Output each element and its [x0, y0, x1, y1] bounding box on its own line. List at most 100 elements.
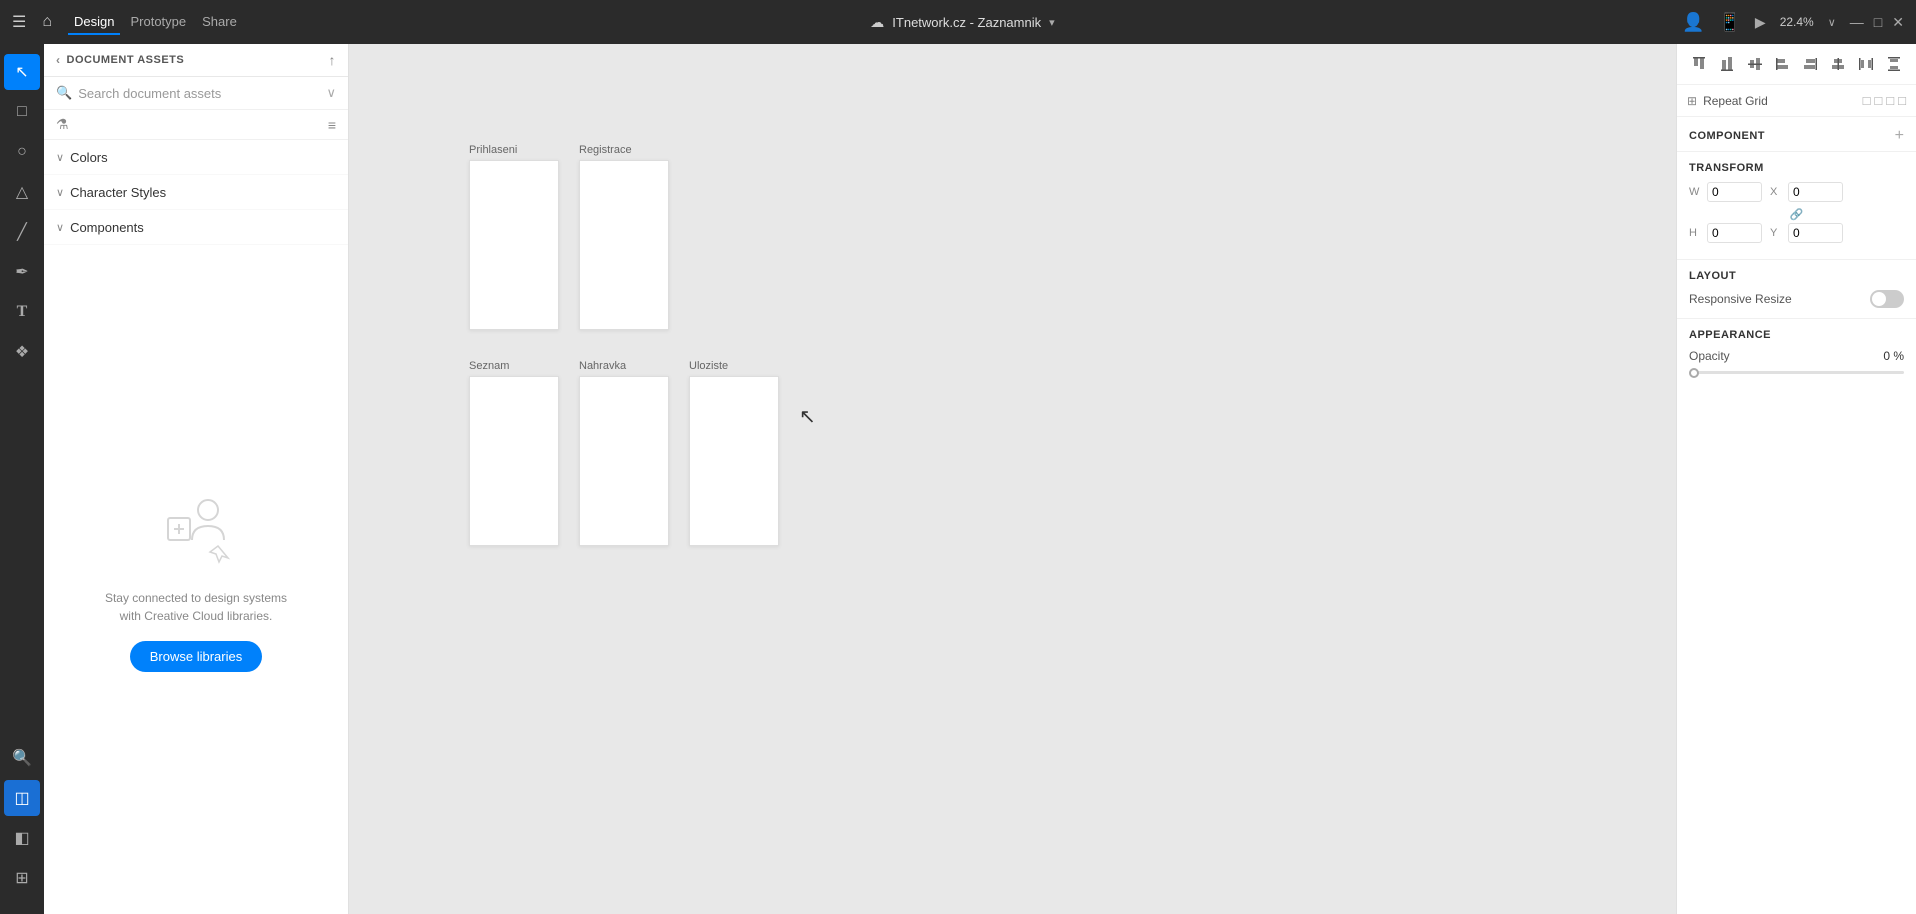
artboard-prihlaseni[interactable]: Prihlaseni — [469, 144, 559, 330]
device-icon[interactable]: 📱 — [1719, 12, 1741, 33]
responsive-resize-toggle[interactable] — [1870, 290, 1904, 308]
artboard-uloziste-frame[interactable] — [689, 376, 779, 546]
search-bar: 🔍 Search document assets ∨ — [44, 77, 348, 110]
rg-action-2[interactable]: □ — [1874, 93, 1882, 108]
canvas-area[interactable]: Prihlaseni Registrace Seznam Nahravka — [349, 44, 1676, 914]
top-bar: ☰ ⌂ Design Prototype Share ☁ ITnetwork.c… — [0, 0, 1916, 44]
tool-layers[interactable]: ◧ — [4, 820, 40, 856]
play-icon[interactable]: ▶ — [1755, 14, 1766, 31]
align-middle-icon[interactable] — [1743, 52, 1767, 76]
tool-search[interactable]: 🔍 — [4, 740, 40, 776]
transform-w-input[interactable] — [1707, 182, 1762, 202]
repeat-grid-actions: □ □ □ □ — [1863, 93, 1906, 108]
distribute-h-icon[interactable] — [1854, 52, 1878, 76]
tool-rectangle[interactable]: □ — [4, 94, 40, 130]
nav-tabs: Design Prototype Share — [68, 10, 243, 35]
rg-action-3[interactable]: □ — [1886, 93, 1894, 108]
artboard-uloziste[interactable]: Uloziste — [689, 360, 779, 546]
transform-link-icon: 🔗 — [1689, 208, 1904, 221]
window-controls: — □ ✕ — [1850, 14, 1904, 31]
tab-design[interactable]: Design — [68, 10, 120, 35]
filter-icon[interactable]: ⚗ — [56, 116, 328, 133]
component-title: COMPONENT — [1689, 130, 1895, 142]
character-styles-chevron-icon: ∨ — [56, 186, 64, 199]
empty-state-graphic — [156, 488, 236, 573]
align-right-icon[interactable] — [1799, 52, 1823, 76]
profile-icon[interactable]: 👤 — [1682, 12, 1704, 33]
hamburger-icon[interactable]: ☰ — [12, 12, 26, 32]
panel-upload-icon[interactable]: ↑ — [329, 52, 337, 68]
browse-libraries-button[interactable]: Browse libraries — [130, 641, 262, 672]
transform-h-row: H Y — [1689, 223, 1904, 243]
zoom-chevron-icon[interactable]: ∨ — [1828, 16, 1836, 29]
repeat-grid-label: Repeat Grid — [1703, 94, 1857, 108]
artboard-prihlaseni-label: Prihlaseni — [469, 144, 517, 156]
section-colors[interactable]: ∨ Colors + — [44, 140, 348, 175]
align-bottom-icon[interactable] — [1715, 52, 1739, 76]
section-character-styles[interactable]: ∨ Character Styles + — [44, 175, 348, 210]
component-add-icon[interactable]: + — [1895, 127, 1904, 145]
artboard-registrace[interactable]: Registrace — [579, 144, 669, 330]
project-title[interactable]: ITnetwork.cz - Zaznamnik — [892, 15, 1041, 30]
empty-state-text: Stay connected to design systems with Cr… — [96, 589, 296, 625]
artboard-nahravka[interactable]: Nahravka — [579, 360, 669, 546]
rg-action-4[interactable]: □ — [1898, 93, 1906, 108]
tool-assets[interactable]: ◫ — [4, 780, 40, 816]
artboard-prihlaseni-frame[interactable] — [469, 160, 559, 330]
align-left-icon[interactable] — [1771, 52, 1795, 76]
transform-y-input[interactable] — [1788, 223, 1843, 243]
opacity-value: 0 % — [1883, 349, 1904, 363]
section-components[interactable]: ∨ Components + — [44, 210, 348, 245]
project-chevron-icon[interactable]: ▾ — [1049, 16, 1055, 29]
maximize-icon[interactable]: □ — [1874, 14, 1882, 30]
cloud-icon: ☁ — [870, 14, 884, 31]
tab-prototype[interactable]: Prototype — [124, 10, 192, 35]
artboard-registrace-frame[interactable] — [579, 160, 669, 330]
transform-w-label: W — [1689, 186, 1699, 198]
tool-select[interactable]: ↖ — [4, 54, 40, 90]
tab-share[interactable]: Share — [196, 10, 243, 35]
tool-component[interactable]: ❖ — [4, 334, 40, 370]
artboard-row-2: Seznam Nahravka Uloziste — [469, 360, 779, 546]
transform-y-label: Y — [1770, 227, 1780, 239]
tool-triangle[interactable]: △ — [4, 174, 40, 210]
right-panel: ⊞ Repeat Grid □ □ □ □ COMPONENT + TRANSF… — [1676, 44, 1916, 914]
toggle-knob — [1872, 292, 1886, 306]
home-icon[interactable]: ⌂ — [42, 13, 52, 31]
panel-header: ‹ DOCUMENT ASSETS ↑ — [44, 44, 348, 77]
opacity-slider[interactable] — [1689, 371, 1904, 374]
distribute-v-icon[interactable] — [1882, 52, 1906, 76]
close-icon[interactable]: ✕ — [1892, 14, 1904, 31]
list-icon[interactable]: ≡ — [328, 117, 336, 133]
artboard-nahravka-frame[interactable] — [579, 376, 669, 546]
transform-x-input[interactable] — [1788, 182, 1843, 202]
minimize-icon[interactable]: — — [1850, 14, 1864, 30]
repeat-grid-button[interactable]: ⊞ Repeat Grid □ □ □ □ — [1677, 85, 1916, 117]
artboard-registrace-label: Registrace — [579, 144, 632, 156]
align-center-h-icon[interactable] — [1826, 52, 1850, 76]
artboard-seznam-frame[interactable] — [469, 376, 559, 546]
top-bar-left: ☰ ⌂ Design Prototype Share — [12, 10, 243, 35]
artboard-row-1: Prihlaseni Registrace — [469, 144, 779, 330]
empty-state: Stay connected to design systems with Cr… — [44, 245, 348, 914]
rg-action-1[interactable]: □ — [1863, 93, 1871, 108]
character-styles-label: Character Styles — [70, 185, 327, 200]
panel-collapse-icon[interactable]: ‹ — [56, 53, 61, 67]
tool-text[interactable]: T — [4, 294, 40, 330]
tool-ellipse[interactable]: ○ — [4, 134, 40, 170]
align-top-icon[interactable] — [1687, 52, 1711, 76]
transform-h-input[interactable] — [1707, 223, 1762, 243]
colors-label: Colors — [70, 150, 327, 165]
main-layout: ↖ □ ○ △ ╱ ✒ T ❖ 🔍 ◫ ◧ ⊞ ‹ DOCUMENT ASSET… — [0, 44, 1916, 914]
search-input[interactable]: Search document assets — [78, 86, 320, 101]
artboard-nahravka-label: Nahravka — [579, 360, 626, 372]
tool-pen[interactable]: ✒ — [4, 254, 40, 290]
artboard-seznam[interactable]: Seznam — [469, 360, 559, 546]
zoom-level[interactable]: 22.4% — [1780, 15, 1814, 29]
tool-line[interactable]: ╱ — [4, 214, 40, 250]
responsive-resize-label: Responsive Resize — [1689, 292, 1862, 306]
search-expand-icon[interactable]: ∨ — [326, 85, 336, 101]
transform-h-label: H — [1689, 227, 1699, 239]
top-bar-right: 👤 📱 ▶ 22.4% ∨ — □ ✕ — [1682, 12, 1904, 33]
tool-plugins[interactable]: ⊞ — [4, 860, 40, 896]
